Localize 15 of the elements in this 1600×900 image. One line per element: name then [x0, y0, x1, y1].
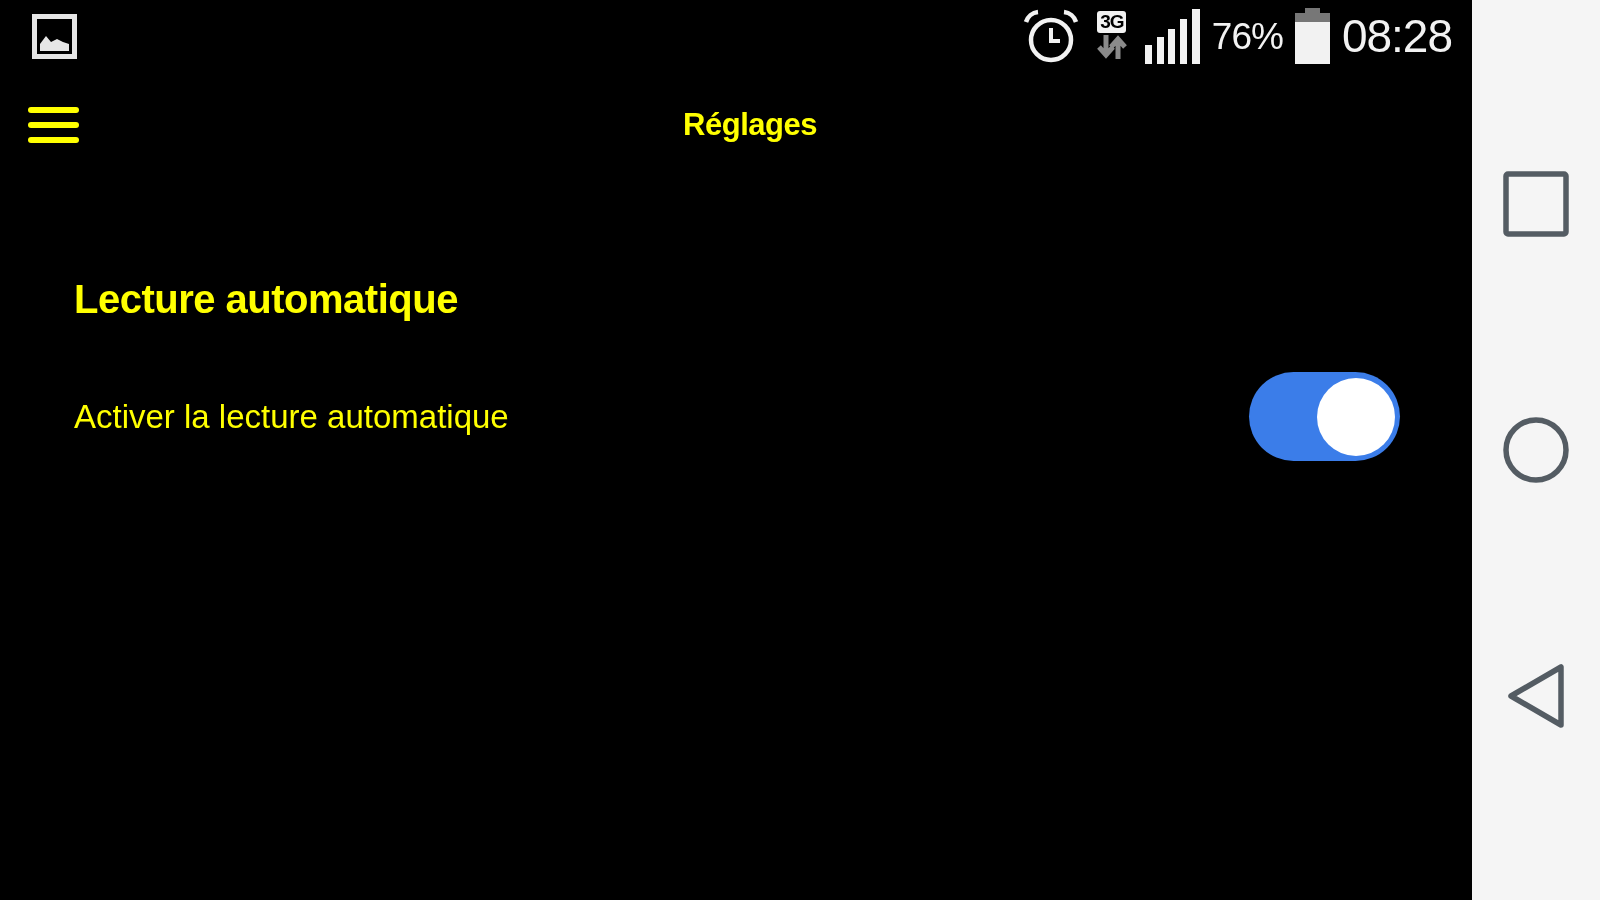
alarm-clock-icon [1022, 8, 1079, 64]
circle-icon[interactable] [1503, 417, 1569, 483]
clock-time: 08:28 [1341, 13, 1452, 59]
signal-bars-icon [1144, 8, 1200, 64]
screen-title: Réglages [683, 106, 817, 144]
network-type-label: 3G [1097, 11, 1127, 33]
battery-percentage: 76% [1211, 17, 1283, 55]
back-icon[interactable] [1507, 663, 1565, 729]
data-arrows-icon [1095, 33, 1128, 61]
square-icon[interactable] [1503, 171, 1569, 237]
battery-icon [1294, 8, 1330, 64]
section-heading: Lecture automatique [74, 276, 458, 323]
menu-icon[interactable] [28, 107, 79, 143]
image-icon [32, 13, 77, 59]
setting-label: Activer la lecture automatique [74, 396, 509, 437]
